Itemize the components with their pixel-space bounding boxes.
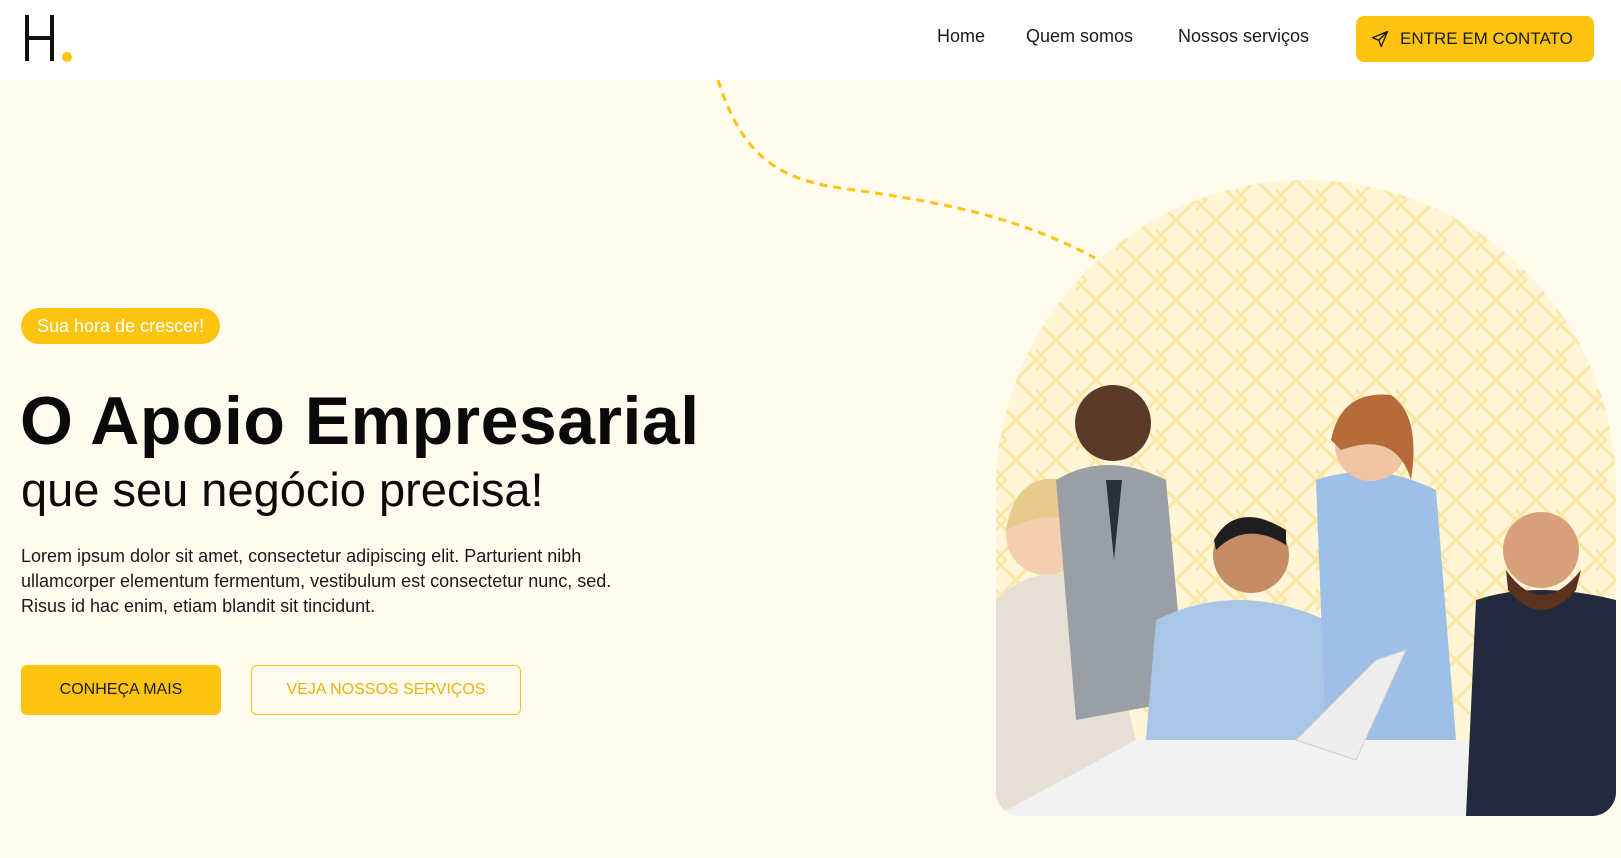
hero-badge: Sua hora de crescer! [21, 308, 221, 344]
conheca-mais-button[interactable]: CONHEÇA MAIS [21, 665, 221, 715]
brand-logo[interactable] [22, 12, 74, 64]
hero-subheadline: que seu negócio precisa! [21, 463, 544, 516]
hero-team-photo [996, 180, 1616, 816]
contact-button-label: ENTRE EM CONTATO [1400, 29, 1573, 48]
nav-quem-somos-link[interactable]: Quem somos [1026, 26, 1133, 47]
nav-servicos-link[interactable]: Nossos serviços [1178, 26, 1309, 47]
nav-home-link[interactable]: Home [937, 26, 985, 47]
hero-headline: O Apoio Empresarial [20, 383, 700, 459]
site-header: Home Quem somos Nossos serviços ENTRE EM… [0, 0, 1621, 80]
veja-servicos-button[interactable]: VEJA NOSSOS SERVIÇOS [251, 665, 521, 715]
hero-body-text: Lorem ipsum dolor sit amet, consectetur … [21, 546, 612, 616]
contact-button[interactable]: ENTRE EM CONTATO [1356, 16, 1594, 62]
send-icon [1371, 30, 1389, 48]
dashed-curve-decoration [716, 79, 1096, 260]
